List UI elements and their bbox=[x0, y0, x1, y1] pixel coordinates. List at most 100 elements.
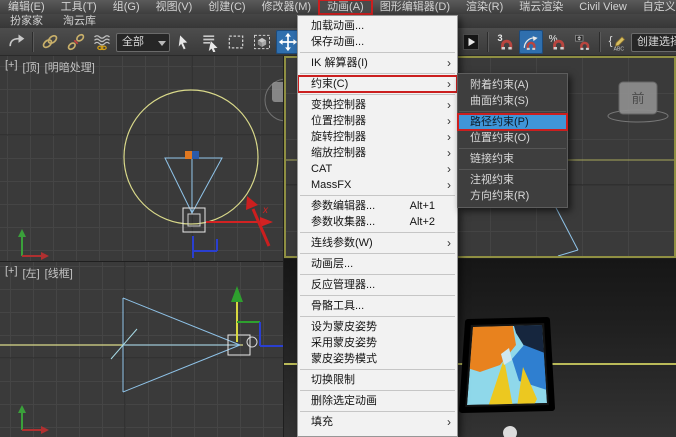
gizmo-x-axis: x bbox=[206, 205, 273, 227]
submenu-arrow-icon: › bbox=[447, 55, 451, 71]
unlink-selection-button[interactable] bbox=[64, 30, 88, 54]
menu-item-massfx[interactable]: MassFX› bbox=[298, 177, 457, 193]
menu-item-label: 旋转控制器 bbox=[311, 131, 366, 143]
menu-separator bbox=[300, 94, 455, 95]
percent-snap-button[interactable]: % bbox=[545, 30, 569, 54]
left-viewport-scene bbox=[0, 262, 283, 437]
menubar-item-tools[interactable]: 工具(T) bbox=[53, 0, 105, 14]
menubar-item-views[interactable]: 视图(V) bbox=[148, 0, 201, 14]
viewcube-front-label: 前 bbox=[631, 91, 644, 106]
viewport-top[interactable]: [+] [顶] [明暗处理] bbox=[0, 56, 283, 261]
menubar-item-civil-view[interactable]: Civil View bbox=[571, 0, 634, 14]
menu-item-parameter-editor[interactable]: 参数编辑器...Alt+1 bbox=[298, 198, 457, 214]
menubar-item-rendering[interactable]: 渲染(R) bbox=[458, 0, 511, 14]
menu-item-cat[interactable]: CAT› bbox=[298, 161, 457, 177]
menu-item-label: 删除选定动画 bbox=[311, 395, 377, 407]
spinner-snap-button[interactable] bbox=[571, 30, 595, 54]
gizmo-dot bbox=[503, 426, 517, 437]
menu-item-animation-layers[interactable]: 动画层... bbox=[298, 256, 457, 272]
menu-item-transform-controllers[interactable]: 变换控制器› bbox=[298, 97, 457, 113]
submenu-arrow-icon: › bbox=[447, 145, 451, 161]
menu-item-position-controllers[interactable]: 位置控制器› bbox=[298, 113, 457, 129]
menu-separator bbox=[300, 295, 455, 296]
menu-item-assume-skin-pose[interactable]: 采用蒙皮姿势 bbox=[298, 335, 457, 351]
menubar-item-taoyunku[interactable]: 淘云库 bbox=[53, 14, 106, 28]
submenu-item-path-constraint[interactable]: 路径约束(P) bbox=[458, 114, 567, 130]
viewport-view-label[interactable]: [左] bbox=[23, 265, 40, 281]
menu-item-load-animation[interactable]: 加载动画... bbox=[298, 18, 457, 34]
viewport-menu-plus[interactable]: [+] bbox=[5, 265, 18, 281]
window-crossing-button[interactable] bbox=[250, 30, 274, 54]
menu-item-set-skin-pose[interactable]: 设为蒙皮姿势 bbox=[298, 319, 457, 335]
menu-item-label: 附着约束(A) bbox=[470, 79, 529, 91]
viewport-left[interactable]: [+] [左] [线框] bbox=[0, 262, 283, 437]
submenu-item-orientation-constraint[interactable]: 方向约束(R) bbox=[458, 188, 567, 204]
svg-text:3: 3 bbox=[498, 33, 503, 43]
menubar-item-graph-editors[interactable]: 图形编辑器(D) bbox=[372, 0, 458, 14]
angle-snap-button[interactable] bbox=[519, 30, 543, 54]
menu-item-constraints[interactable]: 约束(C)› bbox=[298, 76, 457, 92]
edit-named-selection-sets-button[interactable]: {ABC bbox=[605, 30, 629, 54]
window-crossing-icon bbox=[252, 32, 272, 52]
rectangular-selection-region-icon bbox=[226, 32, 246, 52]
svg-text:{: { bbox=[609, 35, 613, 48]
menubar-item-customize[interactable]: 自定义(U) bbox=[635, 0, 676, 14]
menu-item-populate[interactable]: 填充› bbox=[298, 414, 457, 430]
menubar-item-create[interactable]: 创建(C) bbox=[200, 0, 253, 14]
rectangular-selection-region-button[interactable] bbox=[224, 30, 248, 54]
menu-item-label: 采用蒙皮姿势 bbox=[311, 337, 377, 349]
viewport-shading-label[interactable]: [明暗处理] bbox=[45, 59, 95, 75]
menubar-item-banjiajia[interactable]: 扮家家 bbox=[0, 14, 53, 28]
percent-snap-icon: % bbox=[547, 32, 567, 52]
submenu-item-position-constraint[interactable]: 位置约束(O) bbox=[458, 130, 567, 146]
select-object-button[interactable] bbox=[172, 30, 196, 54]
menu-separator bbox=[459, 169, 566, 170]
menu-item-scale-controllers[interactable]: 缩放控制器› bbox=[298, 145, 457, 161]
menu-item-rotation-controllers[interactable]: 旋转控制器› bbox=[298, 129, 457, 145]
submenu-arrow-icon: › bbox=[447, 235, 451, 251]
menu-item-save-animation[interactable]: 保存动画... bbox=[298, 34, 457, 50]
menubar-item-animation[interactable]: 动画(A) bbox=[319, 0, 372, 14]
menu-separator bbox=[300, 232, 455, 233]
toolbar-separator bbox=[32, 32, 34, 52]
viewport-view-label[interactable]: [顶] bbox=[23, 59, 40, 75]
menubar-item-rayvision[interactable]: 瑞云渲染 bbox=[511, 0, 571, 14]
submenu-item-attachment-constraint[interactable]: 附着约束(A) bbox=[458, 77, 567, 93]
menu-item-bone-tools[interactable]: 骨骼工具... bbox=[298, 298, 457, 314]
viewport-menu-plus[interactable]: [+] bbox=[5, 59, 18, 75]
menu-item-label: 变换控制器 bbox=[311, 99, 366, 111]
menu-item-toggle-limits[interactable]: 切换限制 bbox=[298, 372, 457, 388]
menu-item-delete-selected-animation[interactable]: 删除选定动画 bbox=[298, 393, 457, 409]
menubar-item-edit[interactable]: 编辑(E) bbox=[0, 0, 53, 14]
toolbar-right-group: 3% {ABC创建选择集 bbox=[459, 28, 676, 56]
submenu-arrow-icon: › bbox=[447, 113, 451, 129]
3dsmax-window: [+] [顶] [明暗处理] bbox=[0, 0, 676, 437]
menu-item-parameter-collector[interactable]: 参数收集器...Alt+2 bbox=[298, 214, 457, 230]
menu-item-skin-pose-mode[interactable]: 蒙皮姿势模式 bbox=[298, 351, 457, 367]
menu-item-wire-parameters[interactable]: 连线参数(W)› bbox=[298, 235, 457, 251]
named-selection-set-dropdown[interactable]: 创建选择集 bbox=[631, 33, 676, 52]
redo-button[interactable] bbox=[4, 30, 28, 54]
flyout-icon bbox=[461, 32, 481, 52]
submenu-item-lookat-constraint[interactable]: 注视约束 bbox=[458, 172, 567, 188]
menu-separator bbox=[300, 195, 455, 196]
camera-fov-cone bbox=[165, 158, 222, 213]
menu-item-label: 切换限制 bbox=[311, 374, 355, 386]
viewport-shading-label[interactable]: [线框] bbox=[45, 265, 73, 281]
submenu-item-surface-constraint[interactable]: 曲面约束(S) bbox=[458, 93, 567, 109]
camera-fov-cone bbox=[123, 298, 240, 392]
menubar-item-group[interactable]: 组(G) bbox=[105, 0, 148, 14]
select-by-name-button[interactable] bbox=[198, 30, 222, 54]
submenu-item-link-constraint[interactable]: 链接约束 bbox=[458, 151, 567, 167]
select-and-link-button[interactable] bbox=[38, 30, 62, 54]
menu-item-ik-solvers[interactable]: IK 解算器(I)› bbox=[298, 55, 457, 71]
menu-item-reaction-manager[interactable]: 反应管理器... bbox=[298, 277, 457, 293]
snaps-toggle-3d-button[interactable]: 3 bbox=[493, 30, 517, 54]
menubar-item-modifiers[interactable]: 修改器(M) bbox=[254, 0, 320, 14]
toolbar-separator bbox=[599, 32, 601, 52]
flyout-button[interactable] bbox=[459, 30, 483, 54]
selection-filter-dropdown[interactable]: 全部 bbox=[116, 33, 170, 52]
bind-to-space-warp-button[interactable] bbox=[90, 30, 114, 54]
menu-item-shortcut: Alt+2 bbox=[410, 214, 435, 230]
menu-separator bbox=[459, 111, 566, 112]
